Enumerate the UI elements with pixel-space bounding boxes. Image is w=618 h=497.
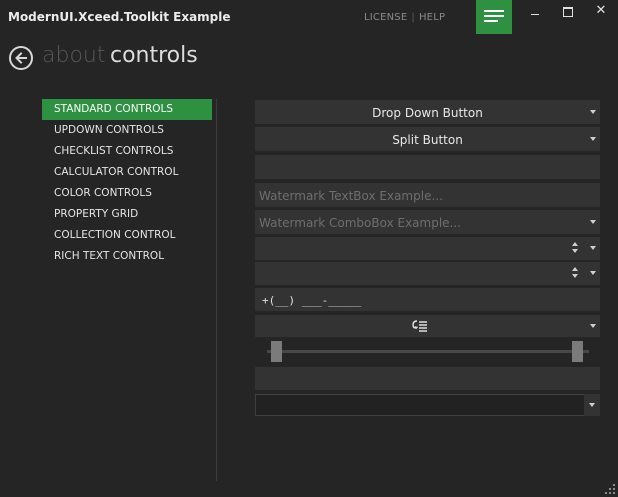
list-icon	[412, 320, 427, 332]
arrow-left-icon	[15, 52, 27, 64]
masked-textbox[interactable]: +(__) ___-_____	[255, 288, 600, 311]
page-title: controls	[110, 43, 198, 68]
spin-down-icon[interactable]	[572, 249, 578, 253]
sidebar-item-rich-text-control[interactable]: RICH TEXT CONTROL	[42, 246, 212, 267]
breadcrumb-about[interactable]: about	[42, 43, 105, 68]
updown-field-1[interactable]	[255, 237, 600, 260]
sidebar-item-color-controls[interactable]: COLOR CONTROLS	[42, 183, 212, 204]
watermark-combobox-placeholder: Watermark ComboBox Example...	[259, 216, 461, 230]
sidebar-item-checklist-controls[interactable]: CHECKLIST CONTROLS	[42, 141, 212, 162]
dropdown-button-label: Drop Down Button	[372, 106, 483, 120]
nav-divider	[216, 99, 217, 481]
license-link[interactable]: LICENSE	[364, 12, 407, 23]
slider-thumb-high[interactable]	[572, 341, 583, 362]
slider-track[interactable]	[267, 350, 589, 353]
app-title: ModernUI.Xceed.Toolkit Example	[8, 10, 231, 24]
sidebar-item-property-grid[interactable]: PROPERTY GRID	[42, 204, 212, 225]
list-picker-combobox[interactable]	[255, 315, 600, 337]
slider-thumb-low[interactable]	[271, 341, 282, 362]
sidebar-item-collection-control[interactable]: COLLECTION CONTROL	[42, 225, 212, 246]
spin-up-icon[interactable]	[572, 242, 578, 246]
link-separator: |	[411, 12, 415, 23]
close-button[interactable]: ✕	[594, 4, 608, 18]
split-button-chevron-icon[interactable]	[590, 137, 596, 141]
back-button[interactable]	[9, 46, 33, 70]
top-links: LICENSE | HELP	[364, 12, 445, 23]
chevron-down-icon	[590, 220, 596, 224]
bottom-combobox-toggle[interactable]	[584, 394, 600, 416]
help-link[interactable]: HELP	[419, 12, 445, 23]
maximize-button[interactable]	[561, 4, 575, 18]
sidebar-nav: STANDARD CONTROLS UPDOWN CONTROLS CHECKL…	[42, 99, 212, 267]
chevron-down-icon[interactable]	[590, 271, 596, 275]
menu-button[interactable]	[476, 0, 512, 34]
watermark-textbox[interactable]: Watermark TextBox Example...	[255, 183, 600, 207]
bottom-combobox[interactable]	[255, 394, 585, 416]
masked-textbox-value: +(__) ___-_____	[262, 294, 362, 307]
chevron-down-icon	[589, 403, 595, 407]
dropdown-button[interactable]: Drop Down Button	[255, 100, 600, 124]
split-button-label: Split Button	[392, 133, 463, 147]
spin-down-icon[interactable]	[572, 274, 578, 278]
chevron-down-icon	[590, 110, 596, 114]
spin-up-icon[interactable]	[572, 267, 578, 271]
plain-textbox[interactable]	[255, 155, 600, 179]
split-button[interactable]: Split Button	[255, 127, 600, 151]
empty-field[interactable]	[255, 367, 600, 390]
watermark-textbox-placeholder: Watermark TextBox Example...	[259, 189, 443, 203]
resize-grip-icon[interactable]	[605, 484, 615, 494]
chevron-down-icon	[590, 324, 596, 328]
watermark-combobox[interactable]: Watermark ComboBox Example...	[255, 210, 600, 234]
minimize-button[interactable]	[528, 4, 542, 18]
title-bar: ModernUI.Xceed.Toolkit Example LICENSE | H…	[0, 0, 618, 36]
sidebar-item-standard-controls[interactable]: STANDARD CONTROLS	[42, 99, 212, 120]
sidebar-item-updown-controls[interactable]: UPDOWN CONTROLS	[42, 120, 212, 141]
updown-field-2[interactable]	[255, 262, 600, 285]
chevron-down-icon[interactable]	[590, 246, 596, 250]
sidebar-item-calculator-control[interactable]: CALCULATOR CONTROL	[42, 162, 212, 183]
close-icon: ✕	[595, 3, 607, 18]
